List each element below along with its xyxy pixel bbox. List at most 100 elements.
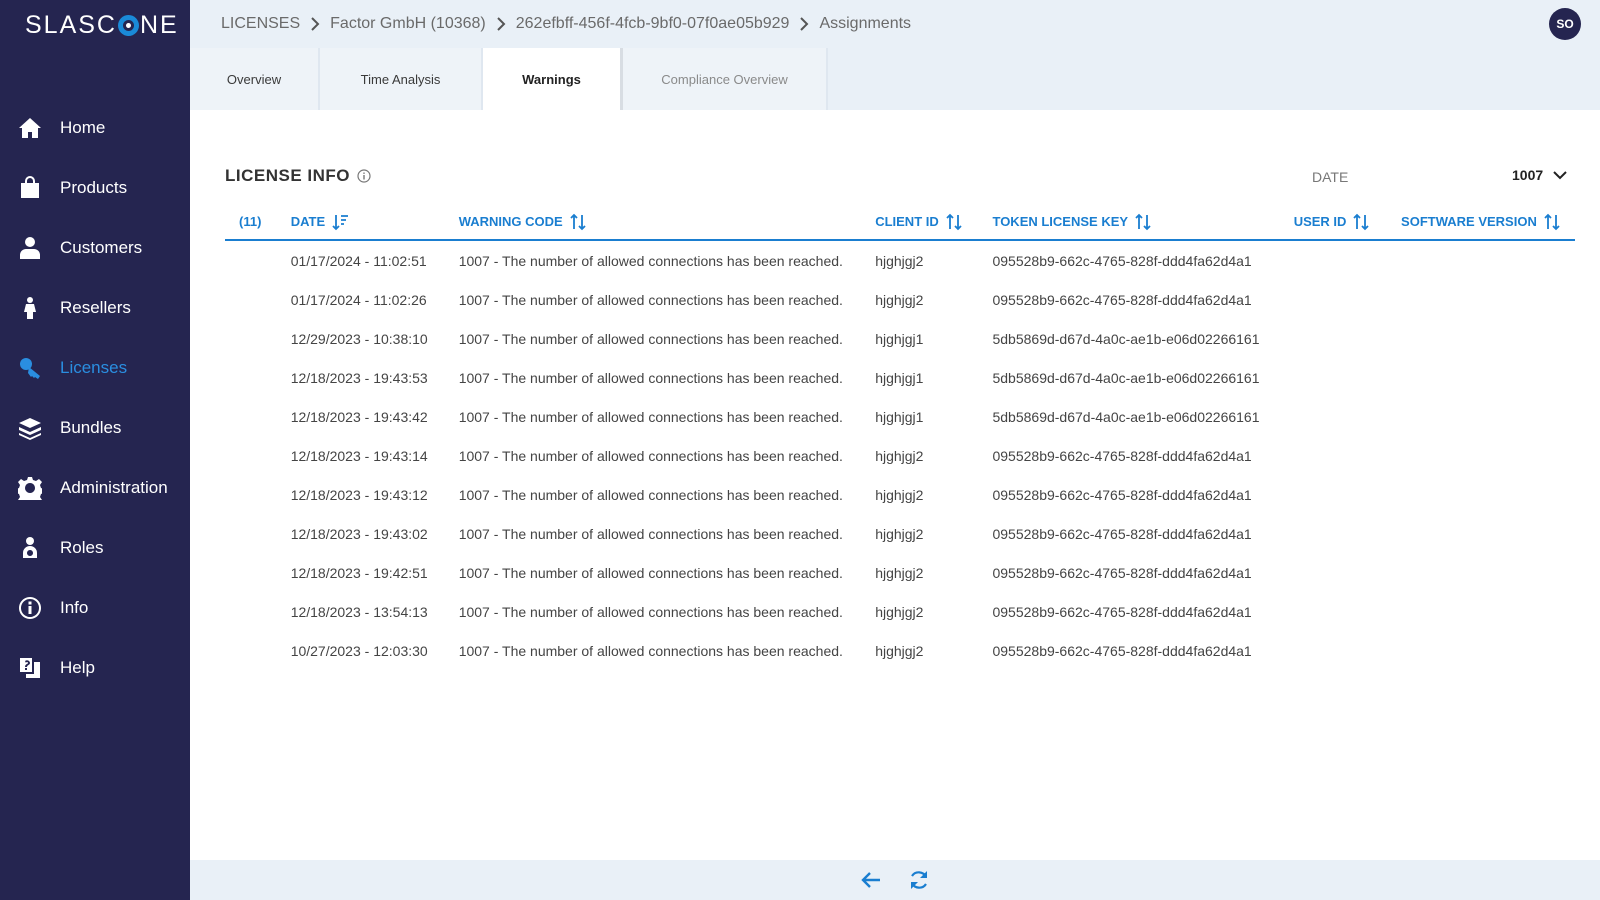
sidebar-item-bundles[interactable]: Bundles — [0, 398, 190, 458]
sidebar-item-products[interactable]: Products — [0, 158, 190, 218]
date-filter-value: 1007 — [1512, 167, 1544, 183]
table-row[interactable]: 12/18/2023 - 19:43:53 1007 - The number o… — [225, 358, 1575, 397]
breadcrumb-licenses[interactable]: LICENSES — [221, 15, 300, 33]
refresh-button[interactable] — [907, 868, 931, 892]
table-row[interactable]: 12/29/2023 - 10:38:10 1007 - The number o… — [225, 319, 1575, 358]
date-filter-label: DATE — [1312, 169, 1349, 185]
cell-date: 12/29/2023 - 10:38:10 — [290, 330, 428, 347]
chevron-right-icon — [496, 17, 506, 31]
table-row[interactable]: 01/17/2024 - 11:02:26 1007 - The number o… — [225, 280, 1575, 319]
column-label: USER ID — [1293, 214, 1347, 229]
cell-date: 01/17/2024 - 11:02:26 — [290, 291, 427, 308]
home-icon — [18, 116, 42, 140]
cell-client-id: hjghjgj2 — [875, 447, 924, 464]
cell-client-id: hjghjgj2 — [875, 603, 924, 620]
sort-icon — [1544, 213, 1560, 230]
tab-warnings[interactable]: Warnings — [483, 48, 623, 110]
avatar[interactable]: SO — [1549, 8, 1581, 40]
sidebar: SLASC NE Home Products Customers Reseller… — [0, 0, 190, 900]
role-icon — [18, 536, 42, 560]
sidebar-item-info[interactable]: Info — [0, 578, 190, 638]
sidebar-item-label: Roles — [60, 538, 104, 557]
cell-warning-code: 1007 - The number of allowed connections… — [458, 330, 843, 347]
cell-warning-code: 1007 - The number of allowed connections… — [458, 564, 843, 581]
section-title-text: LICENSE INFO — [225, 166, 351, 185]
table-row[interactable]: 12/18/2023 - 13:54:13 1007 - The number o… — [225, 592, 1575, 631]
app-logo[interactable]: SLASC NE — [25, 10, 179, 40]
top-bar: LICENSES Factor GmbH (10368) 262efbff-45… — [190, 0, 1600, 48]
sort-icon — [1135, 213, 1151, 230]
table-header: (11) DATE WARNING CODE CLIENT ID TOKEN L… — [225, 204, 1575, 241]
cell-client-id: hjghjgj1 — [875, 330, 924, 347]
breadcrumb-assignments[interactable]: Assignments — [819, 15, 911, 33]
cell-warning-code: 1007 - The number of allowed connections… — [458, 642, 843, 659]
column-header-date[interactable]: DATE — [291, 213, 459, 231]
cell-client-id: hjghjgj2 — [875, 486, 924, 503]
cell-token-license-key: 095528b9-662c-4765-828f-ddd4fa62d4a1 — [992, 291, 1252, 308]
shopping-bag-icon — [18, 176, 42, 200]
sidebar-item-label: Help — [60, 658, 95, 677]
table-row[interactable]: 12/18/2023 - 19:43:12 1007 - The number o… — [225, 475, 1575, 514]
cell-date: 12/18/2023 - 19:43:12 — [290, 486, 428, 503]
cell-date: 10/27/2023 - 12:03:30 — [290, 642, 428, 659]
tab-compliance-overview[interactable]: Compliance Overview — [623, 48, 828, 110]
cell-client-id: hjghjgj2 — [875, 564, 924, 581]
cell-token-license-key: 095528b9-662c-4765-828f-ddd4fa62d4a1 — [992, 642, 1252, 659]
sidebar-item-label: Info — [60, 598, 89, 617]
sidebar-item-administration[interactable]: Administration — [0, 458, 190, 518]
column-label: DATE — [290, 214, 326, 229]
stack-icon — [18, 416, 42, 440]
sidebar-item-roles[interactable]: Roles — [0, 518, 190, 578]
column-header-warning-code[interactable]: WARNING CODE — [459, 213, 876, 231]
column-label: WARNING CODE — [458, 214, 563, 229]
cell-warning-code: 1007 - The number of allowed connections… — [458, 252, 843, 269]
sort-icon — [1353, 213, 1370, 230]
sidebar-item-label: Administration — [60, 478, 168, 497]
table-row[interactable]: 10/27/2023 - 12:03:30 1007 - The number o… — [225, 631, 1575, 670]
column-label: CLIENT ID — [875, 214, 939, 229]
sidebar-nav: Home Products Customers Resellers Licens… — [0, 98, 190, 698]
sidebar-item-home[interactable]: Home — [0, 98, 190, 158]
refresh-icon — [911, 871, 927, 889]
sidebar-item-customers[interactable]: Customers — [0, 218, 190, 278]
sidebar-item-help[interactable]: Help — [0, 638, 190, 698]
reseller-icon — [18, 296, 42, 320]
sidebar-item-label: Customers — [60, 238, 143, 257]
tab-bar: Overview Time Analysis Warnings Complian… — [190, 48, 1600, 110]
table-row[interactable]: 01/17/2024 - 11:02:51 1007 - The number o… — [225, 241, 1575, 280]
cell-date: 12/18/2023 - 13:54:13 — [290, 603, 428, 620]
column-label: SOFTWARE VERSION — [1401, 214, 1537, 229]
cell-date: 12/18/2023 - 19:43:14 — [290, 447, 428, 464]
breadcrumb: LICENSES Factor GmbH (10368) 262efbff-45… — [190, 15, 911, 33]
cell-token-license-key: 095528b9-662c-4765-828f-ddd4fa62d4a1 — [992, 486, 1252, 503]
date-filter-select[interactable]: 1007 — [1512, 167, 1568, 183]
back-button[interactable] — [859, 868, 883, 892]
column-header-user-id[interactable]: USER ID — [1294, 213, 1401, 231]
sidebar-item-licenses[interactable]: Licenses — [0, 338, 190, 398]
column-header-token-license-key[interactable]: TOKEN LICENSE KEY — [992, 213, 1293, 231]
info-circle-icon[interactable] — [357, 169, 371, 183]
sort-icon — [946, 213, 962, 230]
column-header-software-version[interactable]: SOFTWARE VERSION — [1401, 213, 1575, 231]
cell-date: 12/18/2023 - 19:43:42 — [290, 408, 428, 425]
column-header-client-id[interactable]: CLIENT ID — [875, 213, 992, 231]
table-row[interactable]: 12/18/2023 - 19:42:51 1007 - The number o… — [225, 553, 1575, 592]
sidebar-item-resellers[interactable]: Resellers — [0, 278, 190, 338]
user-icon — [18, 236, 42, 260]
tab-time-analysis[interactable]: Time Analysis — [320, 48, 483, 110]
cell-client-id: hjghjgj1 — [875, 408, 924, 425]
gear-icon — [18, 476, 42, 500]
sidebar-item-label: Home — [60, 118, 106, 137]
table-row[interactable]: 12/18/2023 - 19:43:02 1007 - The number o… — [225, 514, 1575, 553]
cell-client-id: hjghjgj2 — [875, 642, 924, 659]
section-title: LICENSE INFO — [225, 166, 371, 186]
tab-overview[interactable]: Overview — [190, 48, 320, 110]
cell-client-id: hjghjgj1 — [875, 369, 924, 386]
table-row[interactable]: 12/18/2023 - 19:43:14 1007 - The number o… — [225, 436, 1575, 475]
table-row[interactable]: 12/18/2023 - 19:43:42 1007 - The number o… — [225, 397, 1575, 436]
breadcrumb-license-id[interactable]: 262efbff-456f-4fcb-9bf0-07f0ae05b929 — [516, 15, 790, 33]
footer-bar — [190, 860, 1600, 900]
breadcrumb-customer[interactable]: Factor GmbH (10368) — [330, 15, 486, 33]
cell-client-id: hjghjgj2 — [875, 525, 924, 542]
cell-warning-code: 1007 - The number of allowed connections… — [458, 369, 843, 386]
